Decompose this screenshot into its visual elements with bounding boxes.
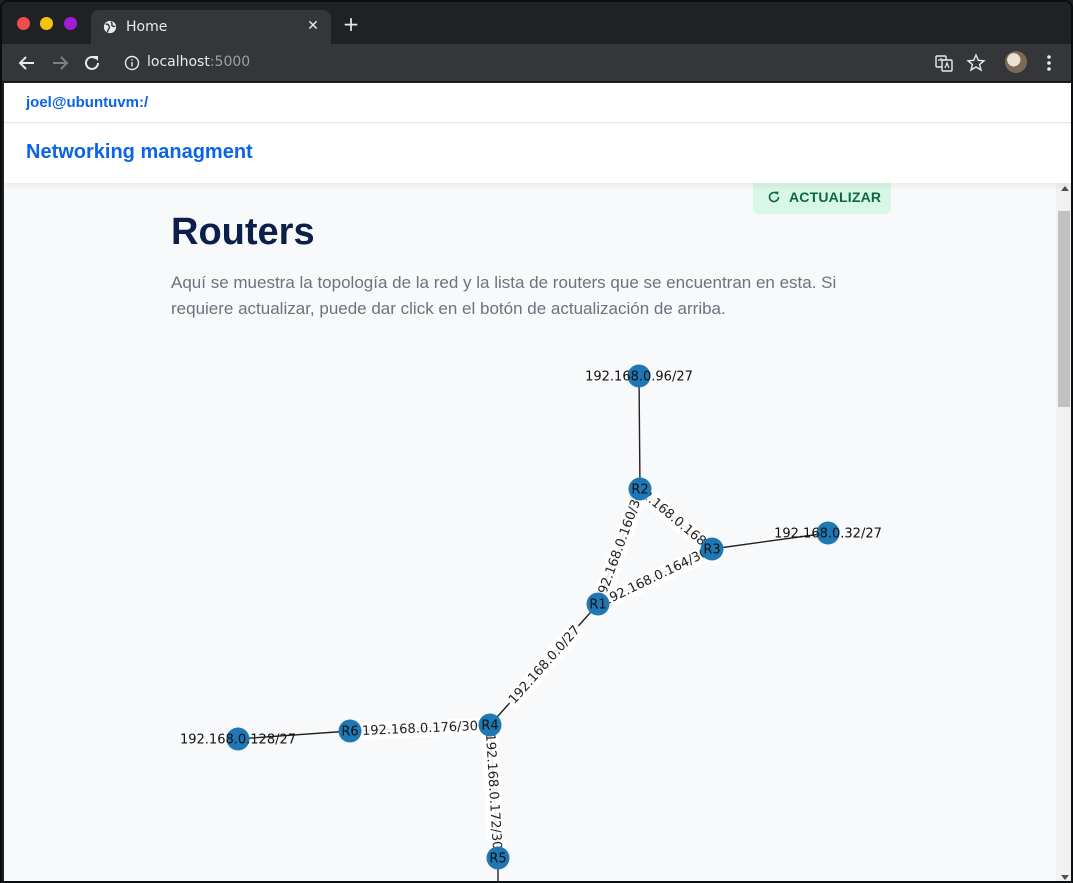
main-content: ACTUALIZAR Routers Aquí se muestra la to… <box>4 183 1056 881</box>
graph-edge <box>638 375 641 490</box>
svg-text:192.168.0.0/27: 192.168.0.0/27 <box>506 623 583 707</box>
tab-strip: Home ✕ + <box>2 2 1071 44</box>
node-label: 192.168.0.128/27 <box>180 733 296 748</box>
svg-text:192.168.0.176/30: 192.168.0.176/30 <box>362 719 479 739</box>
node-label: R1 <box>589 598 606 613</box>
new-tab-button[interactable]: + <box>340 14 362 34</box>
edge-label: 192.168.0.172/30 <box>480 731 506 852</box>
node-label: R5 <box>489 852 506 867</box>
node-label: R4 <box>481 719 498 734</box>
tab-home[interactable]: Home ✕ <box>91 10 331 44</box>
brand-link[interactable]: Networking managment <box>26 141 253 164</box>
forward-arrow-icon[interactable] <box>49 52 71 74</box>
scroll-down-arrow-icon[interactable] <box>1061 875 1069 880</box>
reload-icon[interactable] <box>81 52 103 74</box>
vertical-scrollbar[interactable] <box>1056 183 1071 881</box>
edge-label: 192.168.0.176/30 <box>359 717 481 741</box>
menu-dots-icon[interactable] <box>1038 52 1060 74</box>
url-port: :5000 <box>209 54 251 70</box>
globe-icon <box>103 20 117 34</box>
star-icon[interactable] <box>965 52 987 74</box>
translate-icon[interactable] <box>933 52 955 74</box>
node-label: R6 <box>341 725 358 740</box>
user-path: joel@ubuntuvm:/ <box>26 94 149 111</box>
node-label: 192.168.0.96/27 <box>585 370 693 385</box>
close-window-button[interactable] <box>17 17 30 30</box>
close-tab-icon[interactable]: ✕ <box>305 18 321 34</box>
scroll-thumb[interactable] <box>1058 211 1070 407</box>
url-host: localhost <box>147 54 210 70</box>
maximize-window-button[interactable] <box>64 17 77 30</box>
profile-avatar[interactable] <box>1005 51 1027 73</box>
header: Networking managment <box>4 124 1071 183</box>
minimize-window-button[interactable] <box>40 17 53 30</box>
node-label: 192.168.0.32/27 <box>774 527 882 542</box>
node-label: R3 <box>703 543 720 558</box>
node-label: R2 <box>631 483 648 498</box>
edge-label: 192.168.0.0/27 <box>503 620 586 710</box>
tab-title: Home <box>126 19 168 35</box>
scroll-up-arrow-icon[interactable] <box>1061 186 1069 191</box>
network-topology-graph: 192.168.0.168/30192.168.0.160/30192.168.… <box>180 364 882 881</box>
back-arrow-icon[interactable] <box>16 52 38 74</box>
address-bar[interactable]: localhost:5000 <box>112 48 922 78</box>
browser-toolbar: localhost:5000 <box>2 44 1071 82</box>
top-bar: joel@ubuntuvm:/ <box>4 83 1071 123</box>
browser-window: Home ✕ + localhost:5000 joel@ubuntuvm:/ … <box>0 0 1073 883</box>
page: joel@ubuntuvm:/ Networking managment ACT… <box>4 83 1071 881</box>
url-text: localhost:5000 <box>147 54 250 70</box>
info-icon[interactable] <box>124 55 140 71</box>
